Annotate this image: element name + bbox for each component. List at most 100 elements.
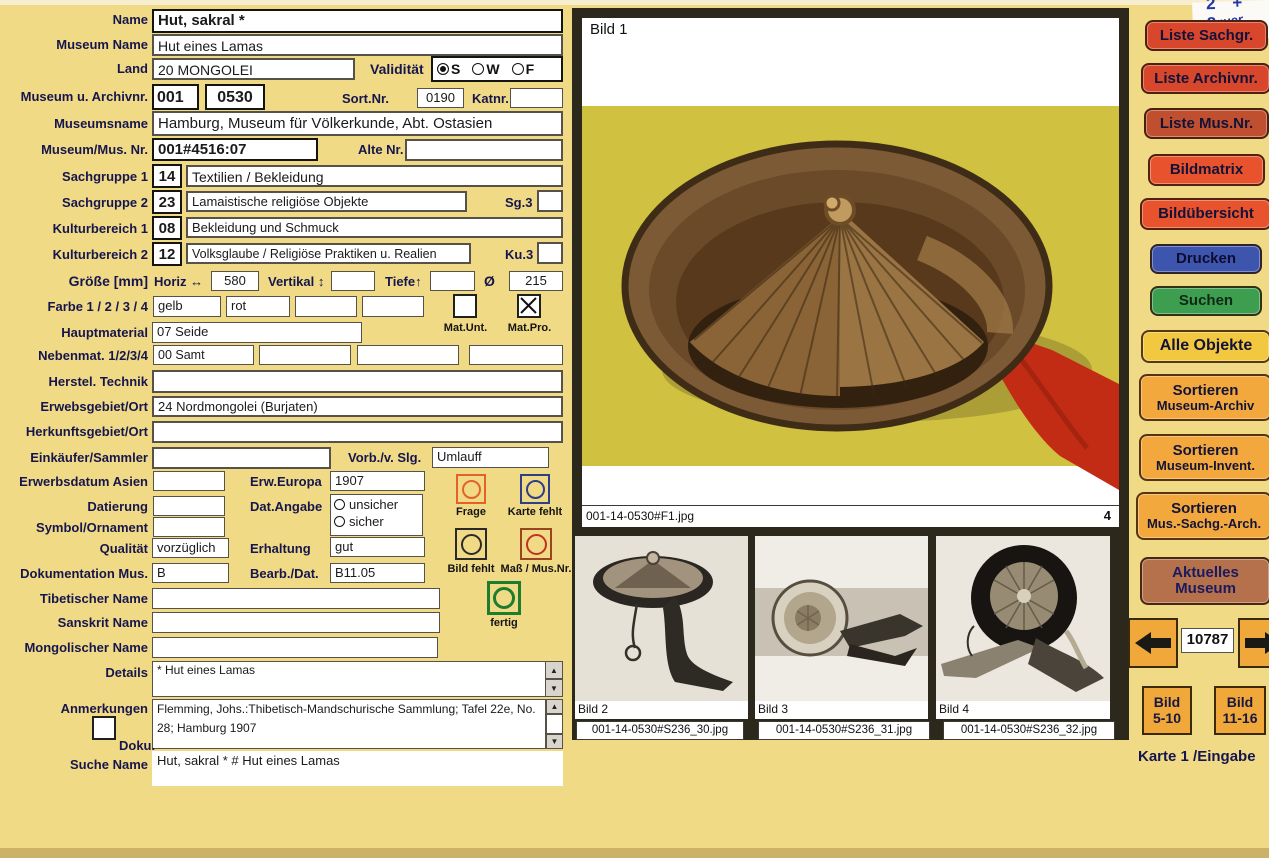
main-photo[interactable]: Bild 1 [582,18,1119,505]
farbe2-field[interactable]: rot [226,296,290,317]
nebenmat1-field[interactable]: 00 Samt [153,345,254,365]
horiz-field[interactable]: 580 [211,271,259,291]
fertig-icon[interactable] [487,581,521,615]
land-field[interactable]: 20 MONGOLEI [152,58,355,80]
next-record-button[interactable] [1238,618,1269,668]
record-number-field[interactable]: 10787 [1181,628,1234,653]
nebenmat3-field[interactable] [357,345,459,365]
archiv-nr-field[interactable]: 0530 [205,84,265,110]
alle-objekte-button[interactable]: Alle Objekte [1141,330,1269,363]
tiefe-field[interactable] [430,271,475,291]
sortieren-archiv-line1: Sortieren [1173,383,1239,399]
kulturbereich1-field[interactable]: Bekleidung und Schmuck [186,217,563,238]
drucken-button[interactable]: Drucken [1150,244,1262,274]
sachgruppe1-field[interactable]: Textilien / Bekleidung [186,165,563,187]
sanskrit-name-field[interactable] [152,612,440,633]
validitaet-radio-w[interactable] [472,63,484,75]
karte-fehlt-icon[interactable] [520,474,550,504]
bild-fehlt-icon[interactable] [455,528,487,560]
sachgruppe2-field[interactable]: Lamaistische religiöse Objekte [186,191,467,212]
museum-nr-field[interactable]: 001 [152,84,199,110]
museum-name-field[interactable]: Hut eines Lamas [152,34,563,56]
liste-archivnr-button[interactable]: Liste Archivnr. [1141,63,1269,94]
kulturbereich2-field[interactable]: Volksglaube / Religiöse Praktiken u. Rea… [186,243,471,264]
bild-11-16-button[interactable]: Bild 11-16 [1214,686,1266,735]
details-scroll-down[interactable]: ▼ [545,679,563,697]
liste-mus-nr-button[interactable]: Liste Mus.Nr. [1144,108,1269,139]
kulturbereich2-code[interactable]: 12 [152,242,182,266]
erw-europa-field[interactable]: 1907 [330,471,425,491]
thumbnail-2[interactable]: Bild 3 [755,536,928,719]
sortnr-field[interactable]: 0190 [417,88,464,108]
sachgruppe2-code[interactable]: 23 [152,190,182,214]
durchmesser-field[interactable]: 215 [509,271,563,291]
sortieren-mus-sachg-arch-button[interactable]: Sortieren Mus.-Sachg.-Arch. [1136,492,1269,540]
erwerbsdatum-asien-field[interactable] [153,471,225,491]
aktuelles-museum-button[interactable]: Aktuelles Museum [1140,557,1269,605]
scan-edge-bottom [0,848,1269,858]
mass-mus-nr-icon-label: Maß / Mus.Nr. [493,563,579,575]
ku3-field[interactable] [537,242,563,264]
farbe4-field[interactable] [362,296,424,317]
tibetischer-name-field[interactable] [152,588,440,609]
sortnr-label: Sort.Nr. [342,91,389,106]
erhaltung-field[interactable]: gut [330,537,425,557]
dat-angabe-radio-sicher[interactable] [334,516,345,527]
suche-name-field[interactable]: Hut, sakral * # Hut eines Lamas [152,751,563,786]
thumbnail-3[interactable]: Bild 4 [936,536,1110,719]
validitaet-radio-f[interactable] [512,63,524,75]
einkaeufer-field[interactable] [152,447,331,469]
dokumentation-mus-field[interactable]: B [152,563,229,583]
mat-pro-checkbox[interactable] [517,294,541,318]
sortieren-museum-archiv-button[interactable]: Sortieren Museum-Archiv [1139,374,1269,421]
vertikal-field[interactable] [331,271,375,291]
nebenmat2-field[interactable] [259,345,351,365]
details-scroll-up[interactable]: ▲ [545,661,563,679]
museum-mus-nr-field[interactable]: 001#4516:07 [152,138,318,161]
mat-unt-checkbox[interactable] [453,294,477,318]
details-field[interactable]: * Hut eines Lamas [152,661,546,697]
farbe3-field[interactable] [295,296,357,317]
dat-angabe-radio-unsicher[interactable] [334,499,345,510]
suchen-button[interactable]: Suchen [1150,286,1262,316]
mongolischer-name-field[interactable] [152,637,438,658]
previous-record-button[interactable] [1128,618,1178,668]
erwebsgebiet-field[interactable]: 24 Nordmongolei (Burjaten) [152,396,563,417]
farbe1-field[interactable]: gelb [153,296,221,317]
datierung-field[interactable] [153,496,225,516]
herstel-technik-field[interactable] [152,370,563,393]
bearb-dat-field[interactable]: B11.05 [330,563,425,583]
hauptmaterial-field[interactable]: 07 Seide [152,322,362,343]
dat-angabe-option-sicher: sicher [349,514,384,529]
qualitaet-field[interactable]: vorzüglich [152,538,229,558]
sortieren-sachg-line2: Mus.-Sachg.-Arch. [1147,517,1261,531]
anmerkungen-scroll-track[interactable] [546,714,563,734]
anmerkungen-scroll-down[interactable]: ▼ [546,734,563,749]
nebenmat4-field[interactable] [469,345,563,365]
mass-mus-nr-icon[interactable] [520,528,552,560]
thumbnail-1[interactable]: Bild 2 [575,536,748,719]
anmerkungen-scroll-up[interactable]: ▲ [546,699,563,714]
kulturbereich1-code[interactable]: 08 [152,216,182,240]
herkunftsgebiet-field[interactable] [152,421,563,443]
bild-5-10-button[interactable]: Bild 5-10 [1142,686,1192,735]
museumsname-field[interactable]: Hamburg, Museum für Völkerkunde, Abt. Os… [152,111,563,136]
bildmatrix-button[interactable]: Bildmatrix [1148,154,1265,186]
name-field[interactable]: Hut, sakral * [152,9,563,33]
frage-icon[interactable] [456,474,486,504]
sortieren-museum-invent-button[interactable]: Sortieren Museum-Invent. [1139,434,1269,481]
sachgruppe1-code[interactable]: 14 [152,164,182,188]
sg3-field[interactable] [537,190,563,212]
symbol-ornament-field[interactable] [153,517,225,537]
bilduebersicht-button[interactable]: Bildübersicht [1140,198,1269,230]
scan-edge [0,0,1269,5]
alte-nr-field[interactable] [405,139,563,161]
liste-sachgr-button[interactable]: Liste Sachgr. [1145,20,1268,51]
land-label: Land [0,61,148,76]
katnr-field[interactable] [510,88,563,108]
validitaet-radio-s[interactable] [437,63,449,75]
vorb-slg-field[interactable]: Umlauff [432,447,549,468]
doku-checkbox[interactable] [92,716,116,740]
vorb-slg-label: Vorb./v. Slg. [348,450,421,465]
anmerkungen-field[interactable]: Flemming, Johs.:Thibetisch-Mandschurisch… [152,699,546,749]
